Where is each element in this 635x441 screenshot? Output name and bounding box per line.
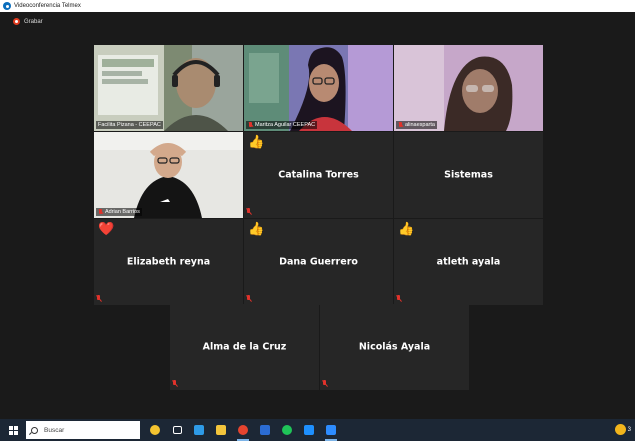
search-input[interactable] xyxy=(44,426,134,434)
muted-mic-icon xyxy=(96,295,102,302)
participant-name: alinaesparta xyxy=(405,122,435,128)
tile-elizabeth-reyna[interactable]: ❤️ Elizabeth reyna xyxy=(94,219,243,305)
tile-sistemas[interactable]: Sistemas xyxy=(394,132,543,218)
participant-name: Dana Guerrero xyxy=(279,256,358,268)
muted-mic-icon xyxy=(246,208,252,215)
participant-name: Facilita Pizana - CEEPAC xyxy=(98,122,161,128)
video-tile-maritza[interactable]: Maritza Aguilar CEEPAC xyxy=(244,45,393,131)
taskbar-apps xyxy=(144,419,342,441)
record-label: Grabar xyxy=(24,18,43,25)
participant-name: Elizabeth reyna xyxy=(126,256,211,268)
taskbar-app-button[interactable] xyxy=(210,419,232,441)
tile-alma-de-la-cruz[interactable]: Alma de la Cruz xyxy=(170,304,319,390)
participant-name: Nicolás Ayala xyxy=(358,341,431,353)
participant-label: Maritza Aguilar CEEPAC xyxy=(246,121,318,129)
participant-video-adrian xyxy=(94,132,243,218)
muted-mic-icon xyxy=(172,380,178,387)
meeting-gallery: Grabar Facilita Pizana - CEEPAC Maritza … xyxy=(0,12,635,419)
muted-mic-icon xyxy=(246,295,252,302)
window-titlebar: Videoconferencia Telmex xyxy=(0,0,635,12)
tile-nicolas-ayala[interactable]: Nicolás Ayala xyxy=(320,304,469,390)
participant-name: Maritza Aguilar CEEPAC xyxy=(255,122,316,128)
tile-dana-guerrero[interactable]: 👍 Dana Guerrero xyxy=(244,219,393,305)
video-tile-adrian[interactable]: Adrian Barrios xyxy=(94,132,243,218)
spotify-icon xyxy=(282,425,292,435)
start-button[interactable] xyxy=(0,419,26,441)
taskbar-app-button[interactable] xyxy=(232,419,254,441)
chrome-icon xyxy=(238,425,248,435)
participant-video-alinaesparta xyxy=(394,45,543,131)
taskbar-search[interactable] xyxy=(26,421,140,439)
system-tray: 3 xyxy=(614,424,631,435)
taskbar-app-button[interactable] xyxy=(254,419,276,441)
taskbar-app-button[interactable] xyxy=(144,419,166,441)
weather-icon[interactable] xyxy=(614,424,626,435)
video-tile-facilita[interactable]: Facilita Pizana - CEEPAC xyxy=(94,45,243,131)
record-button[interactable]: Grabar xyxy=(13,18,43,25)
participant-name: Catalina Torres xyxy=(278,169,359,181)
task-view-icon xyxy=(172,426,182,434)
participant-name: Alma de la Cruz xyxy=(202,341,287,353)
search-icon xyxy=(31,426,38,434)
video-tile-alinaesparta[interactable]: alinaesparta xyxy=(394,45,543,131)
muted-mic-icon xyxy=(322,380,328,387)
taskbar-app-button[interactable] xyxy=(188,419,210,441)
participant-name: Sistemas xyxy=(444,169,493,181)
participant-label: alinaesparta xyxy=(396,121,437,129)
videoconference-icon xyxy=(304,425,314,435)
zoom-icon xyxy=(326,425,336,435)
cortana-icon xyxy=(150,425,160,435)
thumbs-up-reaction-icon: 👍 xyxy=(248,222,265,237)
tray-text: 3 xyxy=(627,426,631,433)
record-icon xyxy=(13,18,20,25)
muted-mic-icon xyxy=(98,209,103,215)
file-explorer-icon xyxy=(216,425,226,435)
windows-logo-icon xyxy=(8,425,18,435)
participant-label: Adrian Barrios xyxy=(96,208,142,216)
participant-label: Facilita Pizana - CEEPAC xyxy=(96,121,163,129)
taskbar-app-button[interactable] xyxy=(276,419,298,441)
muted-mic-icon xyxy=(248,122,253,128)
muted-mic-icon xyxy=(398,122,403,128)
videoconference-app-icon xyxy=(3,2,11,10)
taskbar-app-button[interactable] xyxy=(320,419,342,441)
windows-taskbar: 3 xyxy=(0,419,635,441)
thumbs-up-reaction-icon: 👍 xyxy=(398,222,415,237)
heart-reaction-icon: ❤️ xyxy=(98,222,115,237)
muted-mic-icon xyxy=(396,295,402,302)
taskbar-app-button[interactable] xyxy=(166,419,188,441)
window-title: Videoconferencia Telmex xyxy=(14,3,81,9)
participant-name: atleth ayala xyxy=(436,256,501,268)
word-icon xyxy=(260,425,270,435)
taskbar-app-button[interactable] xyxy=(298,419,320,441)
participant-video-maritza xyxy=(244,45,393,131)
participant-video-facilita xyxy=(94,45,243,131)
participant-name: Adrian Barrios xyxy=(105,209,140,215)
tile-catalina-torres[interactable]: 👍 Catalina Torres xyxy=(244,132,393,218)
tile-atleth-ayala[interactable]: 👍 atleth ayala xyxy=(394,219,543,305)
edge-icon xyxy=(194,425,204,435)
thumbs-up-reaction-icon: 👍 xyxy=(248,135,265,150)
